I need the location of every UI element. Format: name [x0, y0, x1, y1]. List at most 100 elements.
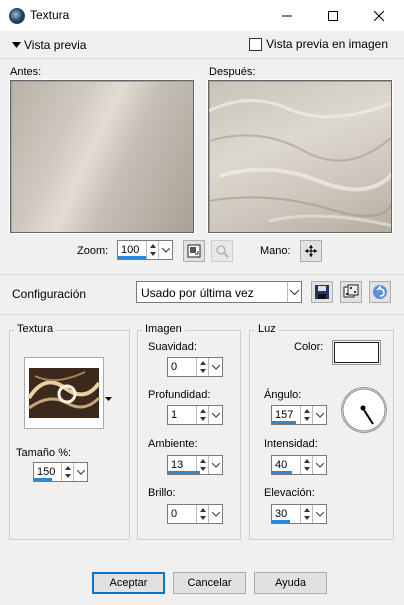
zoom-value: 100 [121, 244, 140, 256]
chevron-down-icon [76, 469, 85, 475]
depth-label: Profundidad: [148, 389, 211, 401]
minimize-icon [282, 15, 292, 16]
texture-picker-arrow[interactable] [105, 393, 112, 405]
preset-select[interactable]: Usado por última vez [136, 281, 302, 303]
floppy-disk-icon [315, 285, 329, 299]
depth-dropdown[interactable] [208, 406, 222, 424]
depth-value: 1 [171, 409, 178, 421]
angle-level-bar [272, 421, 296, 424]
maximize-button[interactable] [310, 0, 356, 31]
help-button[interactable]: Ayuda [254, 572, 327, 594]
move-icon [305, 245, 317, 257]
softness-value: 0 [171, 361, 178, 373]
ambient-label: Ambiente: [148, 438, 198, 450]
softness-dropdown[interactable] [208, 358, 222, 376]
zoom-magnifier-button[interactable] [211, 240, 233, 262]
intensity-field[interactable]: 40 [271, 455, 327, 475]
swirl-texture-thumbnail-icon [27, 368, 101, 418]
minimize-button[interactable] [264, 0, 310, 31]
chevron-down-icon [211, 511, 220, 517]
size-field[interactable]: 150 [33, 462, 88, 482]
preview-toggle-label: Vista previa [24, 38, 87, 52]
maximize-icon [328, 10, 338, 21]
before-label: Antes: [10, 66, 42, 78]
divider [0, 58, 404, 59]
chevron-down-icon [315, 412, 324, 418]
angle-dial[interactable] [341, 387, 387, 433]
zoom-fit-button[interactable] [183, 240, 205, 262]
cancel-button[interactable]: Cancelar [173, 572, 246, 594]
magnifier-icon [216, 245, 229, 258]
elevation-value: 30 [275, 508, 288, 520]
pan-label: Mano: [260, 245, 291, 257]
dice-icon [343, 284, 359, 298]
brightness-field[interactable]: 0 [167, 504, 223, 524]
after-label: Después: [209, 66, 256, 78]
texture-thumbnail[interactable] [24, 357, 104, 429]
pan-button[interactable] [300, 240, 322, 262]
save-preset-button[interactable] [311, 281, 333, 303]
before-preview-image[interactable] [9, 79, 195, 234]
angle-dropdown[interactable] [312, 406, 326, 424]
ambient-field[interactable]: 13 [167, 455, 223, 475]
zoom-field[interactable]: 100 [117, 240, 173, 260]
depth-field[interactable]: 1 [167, 405, 223, 425]
randomize-button[interactable] [340, 281, 362, 303]
angle-dial-icon [342, 388, 386, 432]
chevron-down-icon [211, 462, 220, 468]
preview-in-image-label: Vista previa en imagen [266, 37, 388, 51]
reset-button[interactable] [369, 281, 391, 303]
size-value: 150 [37, 466, 56, 478]
config-label: Configuración [12, 287, 87, 301]
angle-label: Ángulo: [264, 389, 302, 401]
window-title: Textura [30, 8, 70, 22]
preview-toggle[interactable]: Vista previa [12, 38, 86, 52]
elevation-level-bar [272, 520, 290, 523]
brightness-label: Brillo: [148, 487, 176, 499]
triangle-down-icon [12, 42, 21, 48]
intensity-dropdown[interactable] [312, 456, 326, 474]
ambient-dropdown[interactable] [208, 456, 222, 474]
texture-group-title: Textura [14, 323, 57, 335]
brightness-value: 0 [171, 508, 178, 520]
ambient-value: 13 [171, 459, 184, 471]
texture-wave-icon [209, 99, 391, 228]
undo-icon [373, 285, 387, 299]
preset-value: Usado por última vez [141, 286, 254, 300]
size-label: Tamaño %: [16, 447, 72, 459]
zoom-label: Zoom: [77, 245, 109, 257]
light-color-swatch[interactable] [332, 340, 381, 365]
ambient-level-bar [168, 471, 200, 474]
checkbox-box[interactable] [249, 37, 263, 51]
triangle-down-icon [105, 397, 112, 401]
chevron-down-icon [161, 247, 170, 253]
zoom-dropdown[interactable] [158, 241, 172, 259]
preview-in-image-checkbox[interactable]: Vista previa en imagen [249, 37, 388, 51]
zoom-fit-icon [187, 244, 201, 258]
chevron-down-icon [315, 511, 324, 517]
chevron-down-icon [315, 462, 324, 468]
close-button[interactable] [356, 0, 402, 31]
brightness-dropdown[interactable] [208, 505, 222, 523]
accept-button[interactable]: Aceptar [92, 572, 165, 594]
preset-dropdown[interactable] [287, 282, 301, 302]
zoom-level-bar [118, 256, 146, 259]
intensity-level-bar [272, 471, 292, 474]
image-group-title: Imagen [142, 323, 185, 335]
elevation-dropdown[interactable] [312, 505, 326, 523]
angle-value: 157 [275, 409, 294, 421]
divider [0, 274, 404, 275]
app-icon [9, 8, 25, 24]
light-group-title: Luz [255, 323, 279, 335]
chevron-down-icon [290, 289, 299, 295]
chevron-down-icon [211, 412, 220, 418]
softness-label: Suavidad: [148, 341, 197, 353]
elevation-field[interactable]: 30 [271, 504, 327, 524]
close-icon [374, 10, 384, 21]
angle-field[interactable]: 157 [271, 405, 327, 425]
color-label: Color: [294, 341, 324, 353]
softness-field[interactable]: 0 [167, 357, 223, 377]
after-preview-image[interactable] [207, 79, 393, 234]
size-dropdown[interactable] [73, 463, 87, 481]
divider [0, 314, 404, 315]
